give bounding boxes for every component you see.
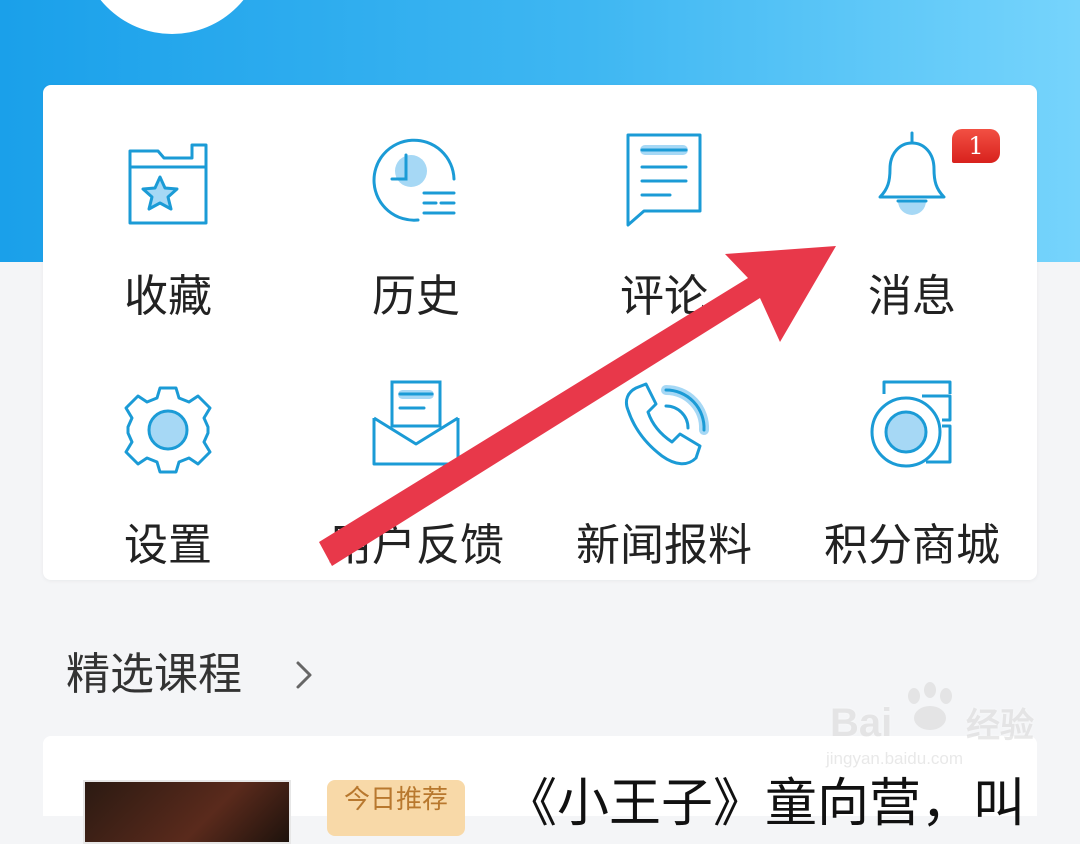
watermark-url: jingyan.baidu.com <box>826 749 964 768</box>
section-title: 精选课程 <box>66 649 242 700</box>
unread-count-badge: 1 <box>952 129 1000 163</box>
baidu-jingyan-watermark: Bai 经验 jingyan.baidu.com <box>826 682 1034 774</box>
watermark-brand: Bai <box>830 701 893 745</box>
menu-label-settings: 设置 <box>124 520 212 571</box>
menu-label-points-mall: 积分商城 <box>824 520 1000 571</box>
recommend-tag: 今日推荐 <box>327 780 465 836</box>
menu-item-settings[interactable]: 设置 <box>48 380 288 580</box>
menu-label-feedback: 用户反馈 <box>328 520 504 571</box>
menu-label-messages: 消息 <box>868 271 956 322</box>
menu-item-feedback[interactable]: 用户反馈 <box>296 380 536 580</box>
bell-icon <box>862 131 962 231</box>
news-tip-phone-icon <box>614 380 714 480</box>
menu-item-messages[interactable]: 1 消息 <box>792 129 1032 331</box>
avatar[interactable] <box>80 0 264 34</box>
menu-card: 收藏 历史 评论 1 消息 设置 用户反馈 新闻报料 积分商城 <box>43 85 1037 580</box>
menu-item-comments[interactable]: 评论 <box>544 131 784 331</box>
comment-document-icon <box>614 131 714 231</box>
menu-label-favorites: 收藏 <box>124 271 212 322</box>
menu-item-news-tip[interactable]: 新闻报料 <box>544 380 784 580</box>
menu-label-comments: 评论 <box>620 271 708 322</box>
feedback-envelope-icon <box>366 380 466 480</box>
history-clock-icon <box>366 131 466 231</box>
menu-item-points-mall[interactable]: 积分商城 <box>792 380 1032 580</box>
menu-item-history[interactable]: 历史 <box>296 131 536 331</box>
favorites-folder-star-icon <box>118 131 218 231</box>
course-thumbnail <box>83 780 291 844</box>
watermark-sub: 经验 <box>966 707 1034 745</box>
menu-label-history: 历史 <box>372 271 460 322</box>
paw-logo-icon <box>908 682 952 730</box>
menu-label-news-tip: 新闻报料 <box>576 520 752 571</box>
settings-gear-icon <box>118 380 218 480</box>
course-title: 《小王子》童向营，叫 <box>505 774 1025 834</box>
points-mall-coin-icon <box>862 380 962 480</box>
chevron-right-icon[interactable] <box>288 655 320 695</box>
menu-item-favorites[interactable]: 收藏 <box>48 131 288 331</box>
